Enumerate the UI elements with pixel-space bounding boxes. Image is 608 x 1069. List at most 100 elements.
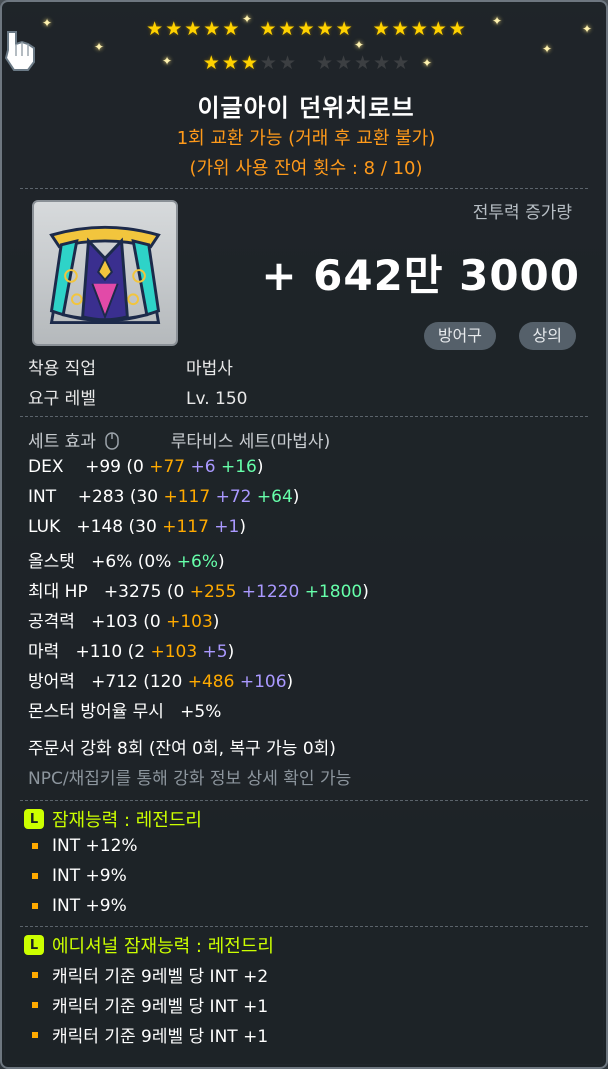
additional-potential-line-text: 캐릭터 기준 9레벨 당 INT +1 bbox=[52, 997, 269, 1017]
stat-segment: +6 bbox=[185, 457, 216, 477]
stat-segment: ) bbox=[217, 552, 225, 572]
potential-line-text: INT +12% bbox=[52, 836, 138, 856]
trade-note: 1회 교환 가능 (거래 후 교환 불가) bbox=[176, 128, 436, 149]
bullet-icon bbox=[32, 903, 38, 909]
stat-segment: +255 bbox=[189, 582, 237, 602]
required-level-value: Lv. 150 bbox=[186, 389, 248, 409]
star-empty-icon: ★ bbox=[316, 52, 334, 74]
stat-segment: +6% bbox=[176, 552, 218, 572]
star-filled-icon: ★ bbox=[202, 52, 220, 74]
required-level: 요구 레벨 Lv. 150 bbox=[28, 384, 247, 409]
star-filled-icon: ★ bbox=[297, 18, 315, 40]
star-group: ★ ★ ★ ★ ★ bbox=[373, 19, 466, 39]
combat-power-label: 전투력 증가량 bbox=[472, 203, 572, 223]
additional-potential-line-text: 캐릭터 기준 9레벨 당 INT +2 bbox=[52, 967, 269, 987]
stat-segment: +64 bbox=[251, 487, 293, 507]
stat-segment: ) bbox=[256, 457, 264, 477]
star-filled-icon: ★ bbox=[146, 18, 164, 40]
star-filled-icon: ★ bbox=[184, 18, 202, 40]
stat-segment: ) bbox=[239, 517, 247, 537]
stat-segment: +106 bbox=[234, 672, 287, 692]
robe-icon bbox=[49, 225, 161, 325]
star-empty-icon: ★ bbox=[373, 52, 391, 74]
potential-header: L 잠재능력 : 레전드리 bbox=[24, 806, 202, 832]
sparkle-icon: ✦ bbox=[94, 40, 105, 54]
star-filled-icon: ★ bbox=[372, 18, 390, 40]
stat-line: LUK +148 (30 +117 +1) bbox=[28, 517, 246, 537]
scroll-upgrade-note: 주문서 강화 8회 (잔여 0회, 복구 가능 0회) bbox=[28, 739, 336, 759]
divider bbox=[20, 416, 588, 417]
additional-potential-title: 에디셔널 잠재능력 : 레전드리 bbox=[52, 936, 274, 957]
potential-line: INT +9% bbox=[32, 866, 127, 886]
divider bbox=[20, 800, 588, 801]
bullet-icon bbox=[32, 1031, 38, 1038]
additional-potential-header: L 에디셔널 잠재능력 : 레전드리 bbox=[24, 932, 274, 958]
stat-segment: ) bbox=[292, 487, 300, 507]
stat-segment: +117 bbox=[162, 517, 209, 537]
star-filled-icon: ★ bbox=[391, 18, 409, 40]
star-filled-icon: ★ bbox=[316, 18, 334, 40]
star-filled-icon: ★ bbox=[429, 18, 447, 40]
stat-segment: +1220 bbox=[236, 582, 300, 602]
potential-line: INT +12% bbox=[32, 836, 138, 856]
tag-armor: 방어구 bbox=[423, 322, 496, 350]
stat-segment: LUK +148 (30 bbox=[28, 517, 163, 537]
stat-line: 방어력 +712 (120 +486 +106) bbox=[28, 667, 293, 692]
stat-segment: 방어력 +712 (120 bbox=[28, 672, 188, 692]
item-icon-frame bbox=[32, 200, 178, 346]
additional-potential-line: 캐릭터 기준 9레벨 당 INT +2 bbox=[32, 962, 268, 987]
required-job: 착용 직업 마법사 bbox=[28, 354, 233, 379]
stat-segment: +72 bbox=[210, 487, 252, 507]
stat-segment: +486 bbox=[187, 672, 235, 692]
star-filled-icon: ★ bbox=[240, 52, 258, 74]
stat-segment: +16 bbox=[215, 457, 257, 477]
bullet-icon bbox=[32, 873, 38, 879]
star-filled-icon: ★ bbox=[410, 18, 428, 40]
required-job-value: 마법사 bbox=[186, 359, 233, 379]
stat-segment: 마력 +110 (2 bbox=[28, 642, 151, 662]
star-empty-icon: ★ bbox=[259, 52, 277, 74]
legendary-badge-icon: L bbox=[24, 935, 44, 955]
stat-line: 올스탯 +6% (0% +6%) bbox=[28, 547, 225, 572]
potential-title: 잠재능력 : 레전드리 bbox=[52, 810, 202, 831]
star-group: ★ ★ ★ ★ ★ bbox=[146, 19, 239, 39]
potential-line-text: INT +9% bbox=[52, 896, 127, 916]
sparkle-icon: ✦ bbox=[354, 38, 365, 52]
star-filled-icon: ★ bbox=[278, 18, 296, 40]
required-level-label: 요구 레벨 bbox=[28, 389, 96, 409]
stat-segment: ) bbox=[227, 642, 235, 662]
stat-line: INT +283 (30 +117 +72 +64) bbox=[28, 487, 299, 507]
star-filled-icon: ★ bbox=[221, 52, 239, 74]
mouse-icon bbox=[105, 432, 120, 450]
set-effect: 세트 효과 루타비스 세트(마법사) bbox=[28, 427, 330, 452]
additional-potential-line: 캐릭터 기준 9레벨 당 INT +1 bbox=[32, 1022, 268, 1047]
star-group: ★ ★ ★ ★ ★ bbox=[259, 19, 352, 39]
star-force-row-2: ★ ★ ★ ★ ★ ★ ★ ★ ★ ★ bbox=[2, 52, 606, 74]
stat-segment: +103 bbox=[166, 612, 213, 632]
item-tooltip: ✦ ✦ ✦ ✦ ✦ ✦ ✦ ✦ ✦ ★ ★ ★ ★ ★ ★ ★ ★ ★ ★ ★ ★ ★ ★ ★ ★ ★ ★ ★ ★ ★… bbox=[0, 0, 608, 1069]
stat-segment: ) bbox=[286, 672, 294, 692]
stat-segment: ) bbox=[212, 612, 220, 632]
stat-segment: +77 bbox=[149, 457, 186, 477]
stat-line: DEX +99 (0 +77 +6 +16) bbox=[28, 457, 264, 477]
stat-segment: +5 bbox=[197, 642, 228, 662]
item-name: 이글아이 던위치로브 bbox=[197, 94, 415, 122]
bullet-icon bbox=[32, 843, 38, 849]
stat-line: 마력 +110 (2 +103 +5) bbox=[28, 637, 234, 662]
bullet-icon bbox=[32, 1001, 38, 1008]
stat-segment: DEX +99 (0 bbox=[28, 457, 150, 477]
star-force-row-1: ★ ★ ★ ★ ★ ★ ★ ★ ★ ★ ★ ★ ★ ★ ★ bbox=[2, 19, 606, 39]
star-filled-icon: ★ bbox=[203, 18, 221, 40]
star-filled-icon: ★ bbox=[335, 18, 353, 40]
set-effect-value: 루타비스 세트(마법사) bbox=[170, 432, 331, 452]
stat-line: 몬스터 방어율 무시 +5% bbox=[28, 697, 221, 722]
tag-top: 상의 bbox=[518, 322, 576, 350]
potential-line-text: INT +9% bbox=[52, 866, 127, 886]
star-group: ★ ★ ★ ★ ★ bbox=[316, 53, 409, 73]
bullet-icon bbox=[32, 971, 38, 978]
divider bbox=[20, 926, 588, 927]
stat-segment: INT +283 (30 bbox=[28, 487, 164, 507]
stat-line: 최대 HP +3275 (0 +255 +1220 +1800) bbox=[28, 577, 369, 602]
stat-segment: ) bbox=[362, 582, 369, 602]
stat-segment: +103 bbox=[150, 642, 198, 662]
